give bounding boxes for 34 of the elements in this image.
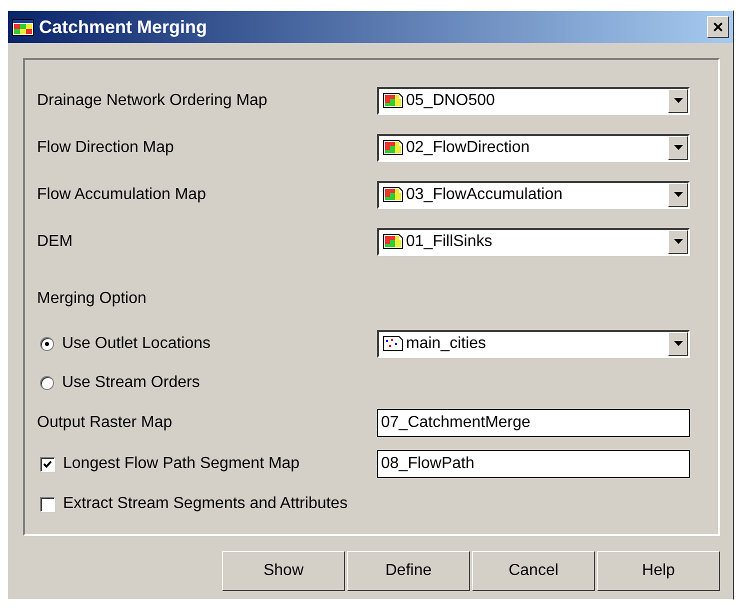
field-label: Longest Flow Path Segment Map — [63, 455, 300, 473]
dialog-button[interactable]: Show — [222, 551, 345, 591]
map-dropdown[interactable]: main_cities — [377, 330, 690, 358]
close-button[interactable]: × — [707, 16, 729, 38]
map-dropdown[interactable]: 02_FlowDirection — [377, 134, 690, 162]
raster-map-icon — [383, 234, 403, 249]
name-field[interactable]: 07_CatchmentMerge — [377, 409, 690, 437]
map-dropdown[interactable]: 03_FlowAccumulation — [377, 180, 690, 208]
field-label: DEM — [37, 232, 73, 250]
field-label: Extract Stream Segments and Attributes — [63, 495, 348, 513]
radio-button[interactable] — [40, 336, 54, 350]
field-label: Drainage Network Ordering Map — [37, 92, 268, 110]
dialog-button[interactable]: Define — [347, 551, 470, 591]
checkmark-icon — [43, 460, 52, 468]
field-label: Merging Option — [37, 290, 146, 308]
raster-map-icon — [383, 140, 403, 155]
map-dropdown[interactable]: 01_FillSinks — [377, 228, 690, 256]
dialog-button[interactable]: Cancel — [472, 551, 595, 591]
point-map-icon — [383, 336, 403, 351]
dialog-button[interactable]: Help — [597, 551, 720, 591]
raster-map-icon — [383, 187, 403, 202]
grid-icon — [12, 18, 34, 36]
field-label: Output Raster Map — [37, 414, 172, 432]
field-label: Flow Direction Map — [37, 138, 174, 156]
field-label: Use Stream Orders — [62, 374, 200, 392]
field-label: Use Outlet Locations — [62, 334, 211, 352]
map-dropdown[interactable]: 05_DNO500 — [377, 86, 690, 114]
name-field[interactable]: 08_FlowPath — [377, 450, 690, 478]
window-title: Catchment Merging — [39, 16, 208, 38]
field-label: Flow Accumulation Map — [37, 186, 206, 204]
raster-map-icon — [383, 93, 403, 108]
checkbox[interactable] — [40, 456, 55, 472]
radio-button[interactable] — [40, 376, 54, 390]
checkbox[interactable] — [40, 496, 55, 512]
